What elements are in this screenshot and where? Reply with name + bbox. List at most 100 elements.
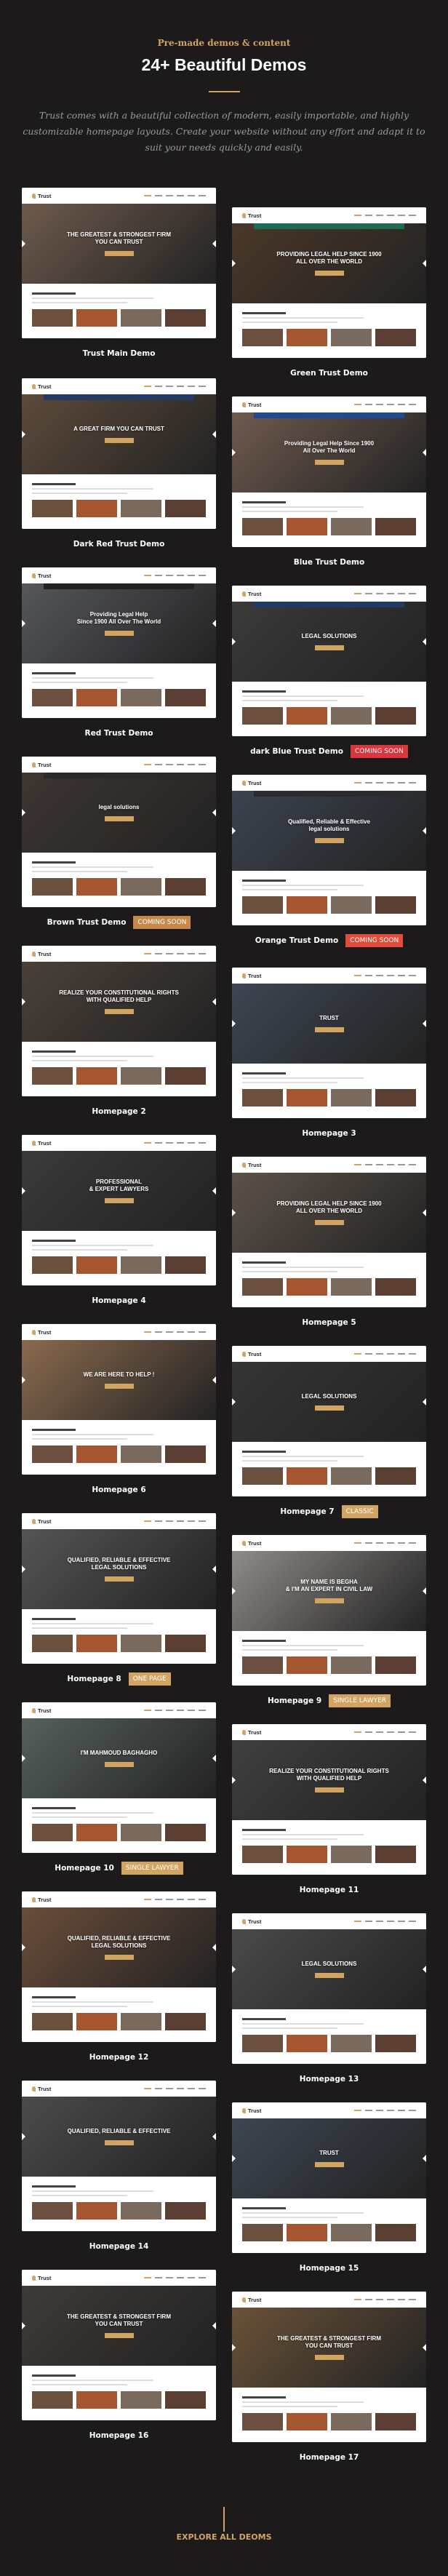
demo-badge: CLASSIC <box>341 1505 378 1518</box>
demo-card[interactable]: Trust PROVIDING LEGAL HELP SINCE 1900 AL… <box>232 1157 426 1332</box>
demo-screenshot[interactable]: Trust I'M MAHMOUD BAGHAGHO <box>22 1702 216 1853</box>
demo-title[interactable]: Homepage 2 <box>92 1107 145 1116</box>
demo-screenshot[interactable]: Trust TRUST <box>232 968 426 1118</box>
demo-card[interactable]: Trust PROVIDING LEGAL HELP SINCE 1900 AL… <box>232 207 426 383</box>
demo-label-row: Trust Main Demo <box>22 344 216 363</box>
preview-header: Trust <box>232 2102 426 2118</box>
demo-card[interactable]: Trust MY NAME IS BEGHA & I'M AN EXPERT I… <box>232 1535 426 1710</box>
demo-card[interactable]: Trust QUALIFIED, RELIABLE & EFFECTIVE LE… <box>22 1891 216 2067</box>
demo-title[interactable]: Homepage 6 <box>92 1486 145 1494</box>
demo-screenshot[interactable]: Trust A GREAT FIRM YOU CAN TRUST <box>22 378 216 529</box>
demo-card[interactable]: Trust legal solutions Brown Trust Demo C… <box>22 757 216 932</box>
demo-title[interactable]: dark Blue Trust Demo <box>250 747 343 756</box>
preview-header: Trust <box>232 207 426 223</box>
logo-icon <box>242 1918 246 1924</box>
preview-body <box>232 1442 426 1496</box>
logo-icon <box>32 1329 36 1335</box>
demo-screenshot[interactable]: Trust THE GREATEST & STRONGEST FIRM YOU … <box>22 2270 216 2420</box>
demo-title[interactable]: Homepage 9 <box>268 1696 321 1705</box>
demo-card[interactable]: Trust LEGAL SOLUTIONS Homepage 7 CLASSIC <box>232 1346 426 1521</box>
demo-card[interactable]: Trust TRUST Homepage 3 <box>232 968 426 1143</box>
demo-screenshot[interactable]: Trust TRUST <box>232 2102 426 2253</box>
preview-body <box>22 1042 216 1096</box>
demo-card[interactable]: Trust QUALIFIED, RELIABLE & EFFECTIVE Ho… <box>22 2081 216 2256</box>
demo-title[interactable]: Trust Main Demo <box>83 349 156 358</box>
demo-title[interactable]: Homepage 8 <box>67 1675 121 1683</box>
preview-body <box>232 2388 426 2442</box>
title-divider <box>209 91 240 92</box>
demo-title[interactable]: Homepage 7 <box>280 1507 334 1516</box>
demo-title[interactable]: Red Trust Demo <box>85 729 153 738</box>
demo-card[interactable]: Trust REALIZE YOUR CONSTITUTIONAL RIGHTS… <box>22 946 216 1121</box>
preview-hero-button <box>314 1787 344 1793</box>
demo-screenshot[interactable]: Trust QUALIFIED, RELIABLE & EFFECTIVE <box>22 2081 216 2231</box>
demo-screenshot[interactable]: Trust THE GREATEST & STRONGEST FIRM YOU … <box>232 2292 426 2442</box>
demo-card[interactable]: Trust QUALIFIED, RELIABLE & EFFECTIVE LE… <box>22 1513 216 1688</box>
demo-label-row: Red Trust Demo <box>22 724 216 743</box>
demo-title[interactable]: Homepage 5 <box>302 1318 356 1327</box>
demo-screenshot[interactable]: Trust PROVIDING LEGAL HELP SINCE 1900 AL… <box>232 1157 426 1307</box>
preview-header: Trust <box>232 586 426 602</box>
demo-screenshot[interactable]: Trust LEGAL SOLUTIONS <box>232 586 426 736</box>
demo-title[interactable]: Dark Red Trust Demo <box>73 540 165 549</box>
demo-screenshot[interactable]: Trust LEGAL SOLUTIONS <box>232 1346 426 1496</box>
demo-title[interactable]: Homepage 4 <box>92 1296 145 1305</box>
demo-card[interactable]: Trust THE GREATEST & STRONGEST FIRM YOU … <box>22 2270 216 2445</box>
demo-screenshot[interactable]: Trust PROVIDING LEGAL HELP SINCE 1900 AL… <box>232 207 426 358</box>
demo-title[interactable]: Homepage 11 <box>300 1886 359 1894</box>
demo-title[interactable]: Homepage 14 <box>89 2242 149 2251</box>
demo-screenshot[interactable]: Trust Qualified, Reliable & Effective le… <box>232 775 426 925</box>
demo-screenshot[interactable]: Trust REALIZE YOUR CONSTITUTIONAL RIGHTS… <box>22 946 216 1096</box>
demo-title[interactable]: Orange Trust Demo <box>255 936 339 945</box>
demo-screenshot[interactable]: Trust QUALIFIED, RELIABLE & EFFECTIVE LE… <box>22 1513 216 1664</box>
demo-screenshot[interactable]: Trust PROFESSIONAL & EXPERT LAWYERS <box>22 1135 216 1285</box>
preview-nav <box>144 953 206 954</box>
demo-screenshot[interactable]: Trust Providing Legal Help Since 1900 Al… <box>232 396 426 547</box>
logo-text: Trust <box>38 383 52 390</box>
slider-prev-icon <box>22 1187 25 1195</box>
demo-card[interactable]: Trust WE ARE HERE TO HELP ! Homepage 6 <box>22 1324 216 1499</box>
demo-title[interactable]: Homepage 12 <box>89 2053 149 2062</box>
demo-screenshot[interactable]: Trust REALIZE YOUR CONSTITUTIONAL RIGHTS… <box>232 1724 426 1875</box>
demo-card[interactable]: Trust Qualified, Reliable & Effective le… <box>232 775 426 950</box>
demo-card[interactable]: Trust LEGAL SOLUTIONS dark Blue Trust De… <box>232 586 426 761</box>
demo-title[interactable]: Blue Trust Demo <box>294 558 364 567</box>
demo-card[interactable]: Trust A GREAT FIRM YOU CAN TRUST Dark Re… <box>22 378 216 554</box>
demo-title[interactable]: Homepage 13 <box>300 2075 359 2083</box>
demo-card[interactable]: Trust TRUST Homepage 15 <box>232 2102 426 2278</box>
demo-title[interactable]: Homepage 15 <box>300 2264 359 2273</box>
explore-all-demos-link[interactable]: EXPLORE ALL DEOMS <box>0 2532 448 2542</box>
demo-screenshot[interactable]: Trust Providing Legal Help Since 1900 Al… <box>22 567 216 718</box>
demo-title[interactable]: Homepage 16 <box>89 2431 149 2440</box>
demo-screenshot[interactable]: Trust THE GREATEST & STRONGEST FIRM YOU … <box>22 188 216 338</box>
preview-header: Trust <box>22 946 216 962</box>
demo-card[interactable]: Trust THE GREATEST & STRONGEST FIRM YOU … <box>232 2292 426 2467</box>
demo-card[interactable]: Trust REALIZE YOUR CONSTITUTIONAL RIGHTS… <box>232 1724 426 1899</box>
logo-text: Trust <box>38 1139 52 1147</box>
demo-screenshot[interactable]: Trust legal solutions <box>22 757 216 907</box>
demo-screenshot[interactable]: Trust WE ARE HERE TO HELP ! <box>22 1324 216 1475</box>
demo-label-row: Blue Trust Demo <box>232 553 426 572</box>
demo-screenshot[interactable]: Trust LEGAL SOLUTIONS <box>232 1913 426 2064</box>
demo-title[interactable]: Brown Trust Demo <box>47 918 127 927</box>
demo-card[interactable]: Trust Providing Legal Help Since 1900 Al… <box>232 396 426 572</box>
demo-title[interactable]: Homepage 10 <box>55 1864 114 1873</box>
demo-card[interactable]: Trust I'M MAHMOUD BAGHAGHO Homepage 10 S… <box>22 1702 216 1878</box>
preview-hero: PROVIDING LEGAL HELP SINCE 1900 ALL OVER… <box>232 223 426 303</box>
preview-headline: TRUST <box>319 2150 339 2156</box>
slider-prev-icon <box>232 1777 236 1784</box>
demo-screenshot[interactable]: Trust MY NAME IS BEGHA & I'M AN EXPERT I… <box>232 1535 426 1686</box>
demo-screenshot[interactable]: Trust QUALIFIED, RELIABLE & EFFECTIVE LE… <box>22 1891 216 2042</box>
preview-hero-button <box>314 1973 344 1978</box>
demo-card[interactable]: Trust LEGAL SOLUTIONS Homepage 13 <box>232 1913 426 2089</box>
demo-title[interactable]: Green Trust Demo <box>290 369 368 378</box>
preview-body <box>22 1609 216 1664</box>
demo-card[interactable]: Trust PROFESSIONAL & EXPERT LAWYERS Home… <box>22 1135 216 1310</box>
demo-title[interactable]: Homepage 17 <box>300 2453 359 2462</box>
preview-hero-button <box>314 2162 344 2167</box>
demo-card[interactable]: Trust THE GREATEST & STRONGEST FIRM YOU … <box>22 188 216 363</box>
preview-nav <box>354 1542 416 1544</box>
preview-hero: MY NAME IS BEGHA & I'M AN EXPERT IN CIVI… <box>232 1551 426 1631</box>
demo-title[interactable]: Homepage 3 <box>302 1129 356 1138</box>
demo-card[interactable]: Trust Providing Legal Help Since 1900 Al… <box>22 567 216 743</box>
